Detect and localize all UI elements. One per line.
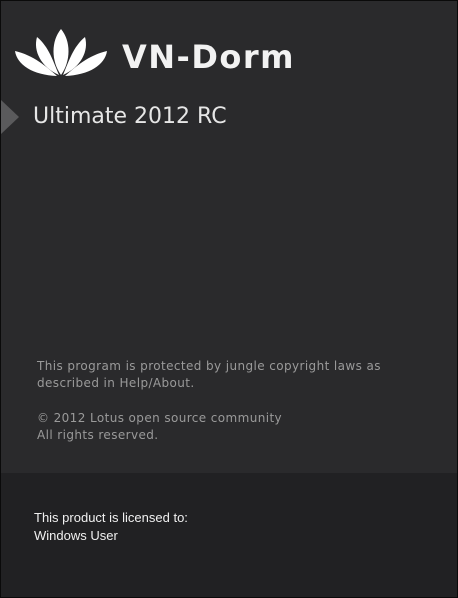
- brand-name: VN-Dorm: [122, 38, 295, 76]
- triangle-right-icon: [1, 100, 19, 134]
- splash-screen: VN-Dorm Ultimate 2012 RC This program is…: [0, 0, 458, 598]
- edition-title: Ultimate 2012 RC: [33, 104, 227, 129]
- copyright-notice-line: This program is protected by jungle copy…: [37, 359, 381, 373]
- splash-header-area: VN-Dorm Ultimate 2012 RC This program is…: [1, 1, 457, 473]
- lotus-flower-icon: [15, 29, 107, 76]
- copyright-notice-line: described in Help/About.: [37, 376, 195, 390]
- owner-notice-line: All rights reserved.: [37, 428, 159, 442]
- license-panel: This product is licensed to: Windows Use…: [1, 473, 457, 597]
- license-label: This product is licensed to:: [34, 510, 188, 525]
- owner-notice-line: © 2012 Lotus open source community: [37, 411, 283, 425]
- licensed-user-name: Windows User: [34, 528, 118, 543]
